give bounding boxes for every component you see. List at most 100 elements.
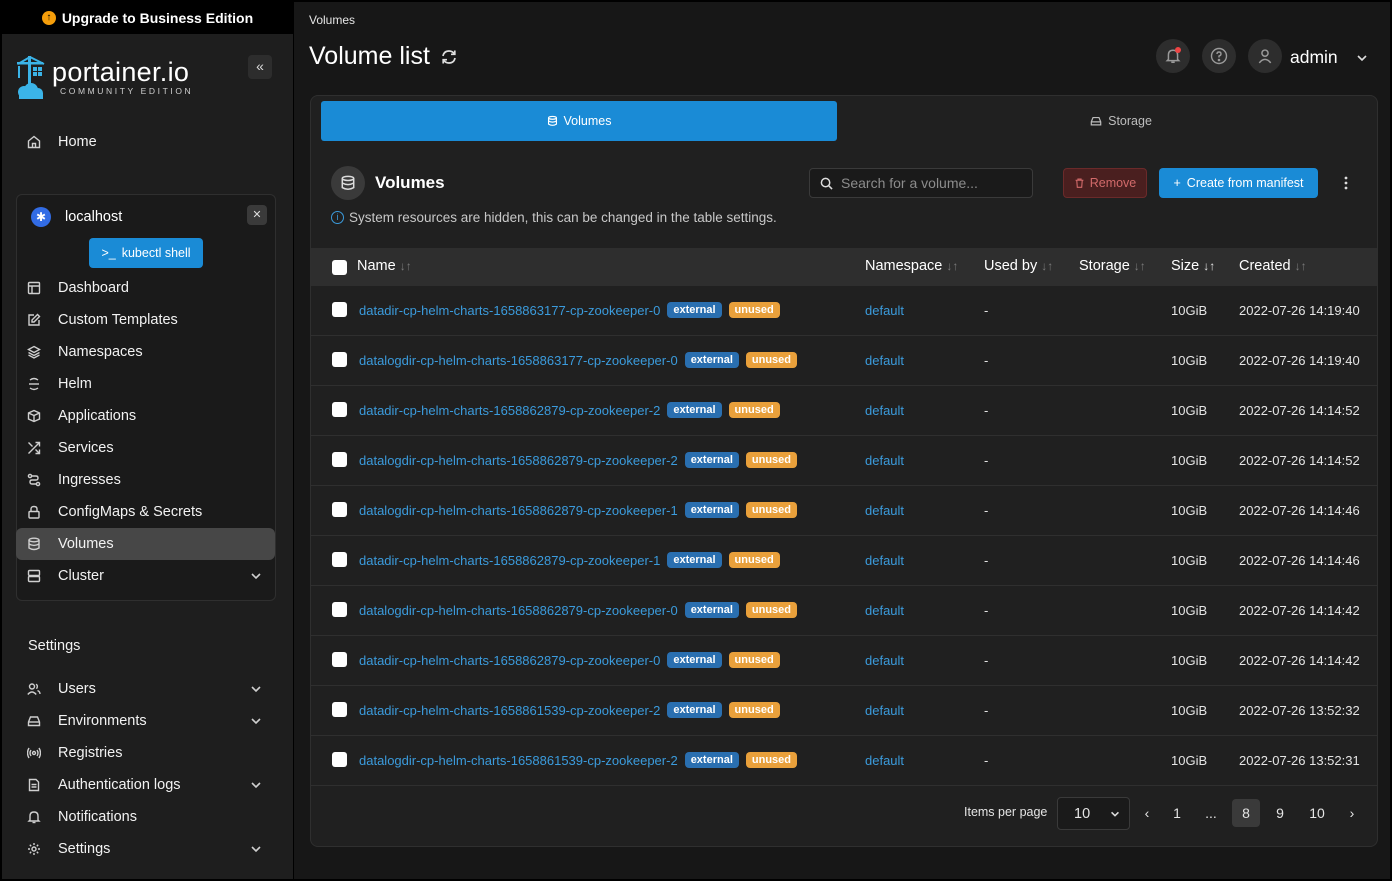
chevron-down-icon[interactable] <box>1355 51 1369 65</box>
close-environment-button[interactable]: ✕ <box>247 205 267 225</box>
volume-name-cell: datadir-cp-helm-charts-1658862879-cp-zoo… <box>359 402 780 418</box>
dashboard-icon <box>26 280 42 296</box>
row-checkbox[interactable] <box>332 452 347 467</box>
page-button-current[interactable]: 8 <box>1232 799 1260 827</box>
row-checkbox[interactable] <box>332 602 347 617</box>
size-cell: 10GiB <box>1171 453 1208 468</box>
nav-notifications[interactable]: Notifications <box>16 801 275 833</box>
nav-custom-templates[interactable]: Custom Templates <box>16 304 275 336</box>
tab-storage-label: Storage <box>1108 114 1152 128</box>
namespace-link[interactable]: default <box>865 353 904 368</box>
volume-name-link[interactable]: datadir-cp-helm-charts-1658862879-cp-zoo… <box>359 403 660 418</box>
row-checkbox[interactable] <box>332 402 347 417</box>
tab-storage[interactable]: Storage <box>863 101 1377 141</box>
search-box[interactable] <box>809 168 1033 198</box>
upgrade-banner[interactable]: ↑ Upgrade to Business Edition <box>2 2 293 34</box>
row-checkbox[interactable] <box>332 352 347 367</box>
search-input[interactable] <box>841 175 1021 191</box>
page-button[interactable]: 9 <box>1266 799 1294 827</box>
namespace-link[interactable]: default <box>865 403 904 418</box>
volume-name-link[interactable]: datalogdir-cp-helm-charts-1658862879-cp-… <box>359 603 678 618</box>
nav-services[interactable]: Services <box>16 432 275 464</box>
row-checkbox[interactable] <box>332 502 347 517</box>
plus-icon: + <box>1173 176 1181 190</box>
main-content: Volumes Volume list admin Volumes Storag… <box>293 0 1392 881</box>
volume-name-cell: datalogdir-cp-helm-charts-1658862879-cp-… <box>359 452 798 468</box>
more-vertical-icon[interactable] <box>1339 174 1353 192</box>
column-namespace[interactable]: Namespace ↓↑ <box>865 258 958 274</box>
nav-environments[interactable]: Environments <box>16 705 275 737</box>
refresh-icon[interactable] <box>440 48 458 66</box>
nav-applications[interactable]: Applications <box>16 400 275 432</box>
column-size[interactable]: Size ↓↑ <box>1171 258 1215 274</box>
namespace-link[interactable]: default <box>865 603 904 618</box>
remove-button[interactable]: Remove <box>1063 168 1147 198</box>
page-button[interactable]: 1 <box>1163 799 1191 827</box>
namespace-link[interactable]: default <box>865 753 904 768</box>
select-all-checkbox[interactable] <box>332 260 347 275</box>
prev-page-button[interactable]: ‹ <box>1133 799 1161 827</box>
items-per-page-select[interactable]: 10 <box>1057 797 1130 830</box>
user-avatar[interactable] <box>1248 39 1282 73</box>
created-cell: 2022-07-26 14:19:40 <box>1239 353 1360 368</box>
database-icon <box>547 115 557 126</box>
volume-name-link[interactable]: datalogdir-cp-helm-charts-1658861539-cp-… <box>359 753 678 768</box>
kubectl-shell-button[interactable]: >_ kubectl shell <box>89 238 203 268</box>
nav-dashboard[interactable]: Dashboard <box>16 272 275 304</box>
volume-name-link[interactable]: datadir-cp-helm-charts-1658862879-cp-zoo… <box>359 553 660 568</box>
nav-volumes[interactable]: Volumes <box>16 528 275 560</box>
tab-volumes[interactable]: Volumes <box>321 101 837 141</box>
nav-ingresses[interactable]: Ingresses <box>16 464 275 496</box>
size-cell: 10GiB <box>1171 403 1208 418</box>
volume-name-link[interactable]: datadir-cp-helm-charts-1658861539-cp-zoo… <box>359 703 660 718</box>
column-name[interactable]: Name ↓↑ <box>357 258 412 274</box>
volume-name-cell: datalogdir-cp-helm-charts-1658862879-cp-… <box>359 602 798 618</box>
nav-configmaps-secrets[interactable]: ConfigMaps & Secrets <box>16 496 275 528</box>
column-used-by[interactable]: Used by ↓↑ <box>984 258 1053 274</box>
namespace-link[interactable]: default <box>865 653 904 668</box>
table-row: datalogdir-cp-helm-charts-1658861539-cp-… <box>311 736 1377 786</box>
portainer-logo[interactable]: portainer.io COMMUNITY EDITION <box>14 54 193 100</box>
page-button[interactable]: 10 <box>1303 799 1331 827</box>
namespace-link[interactable]: default <box>865 453 904 468</box>
nav-namespaces[interactable]: Namespaces <box>16 336 275 368</box>
nav-registries[interactable]: Registries <box>16 737 275 769</box>
nav-home[interactable]: Home <box>16 126 275 158</box>
nav-cluster[interactable]: Cluster <box>16 560 275 592</box>
volume-name-link[interactable]: datadir-cp-helm-charts-1658863177-cp-zoo… <box>359 303 660 318</box>
sidebar: ↑ Upgrade to Business Edition portainer.… <box>0 0 293 881</box>
volume-name-link[interactable]: datadir-cp-helm-charts-1658862879-cp-zoo… <box>359 653 660 668</box>
created-cell: 2022-07-26 14:14:42 <box>1239 603 1360 618</box>
create-from-manifest-button[interactable]: + Create from manifest <box>1159 168 1318 198</box>
volume-name-link[interactable]: datalogdir-cp-helm-charts-1658862879-cp-… <box>359 503 678 518</box>
next-page-button[interactable]: › <box>1338 799 1366 827</box>
namespace-link[interactable]: default <box>865 503 904 518</box>
column-name-label: Name <box>357 258 396 274</box>
sort-icon: ↓↑ <box>399 259 412 273</box>
volume-name-link[interactable]: datalogdir-cp-helm-charts-1658863177-cp-… <box>359 353 678 368</box>
row-checkbox[interactable] <box>332 752 347 767</box>
row-checkbox[interactable] <box>332 302 347 317</box>
notifications-button[interactable] <box>1156 39 1190 73</box>
column-storage[interactable]: Storage ↓↑ <box>1079 258 1146 274</box>
items-per-page-value: 10 <box>1074 805 1091 822</box>
nav-users[interactable]: Users <box>16 673 275 705</box>
column-created[interactable]: Created ↓↑ <box>1239 258 1307 274</box>
volume-name-link[interactable]: datalogdir-cp-helm-charts-1658862879-cp-… <box>359 453 678 468</box>
collapse-sidebar-button[interactable]: « <box>248 55 272 79</box>
nav-helm[interactable]: Helm <box>16 368 275 400</box>
nav-settings[interactable]: Settings <box>16 833 275 865</box>
namespace-link[interactable]: default <box>865 553 904 568</box>
namespace-link[interactable]: default <box>865 703 904 718</box>
nav-authentication-logs[interactable]: Authentication logs <box>16 769 275 801</box>
external-badge: external <box>667 652 722 668</box>
column-storage-label: Storage <box>1079 258 1130 274</box>
row-checkbox[interactable] <box>332 652 347 667</box>
row-checkbox[interactable] <box>332 552 347 567</box>
row-checkbox[interactable] <box>332 702 347 717</box>
upgrade-label: Upgrade to Business Edition <box>61 10 254 26</box>
breadcrumb: Volumes <box>309 13 356 27</box>
namespace-link[interactable]: default <box>865 303 904 318</box>
user-name[interactable]: admin <box>1290 47 1338 68</box>
help-button[interactable] <box>1202 39 1236 73</box>
